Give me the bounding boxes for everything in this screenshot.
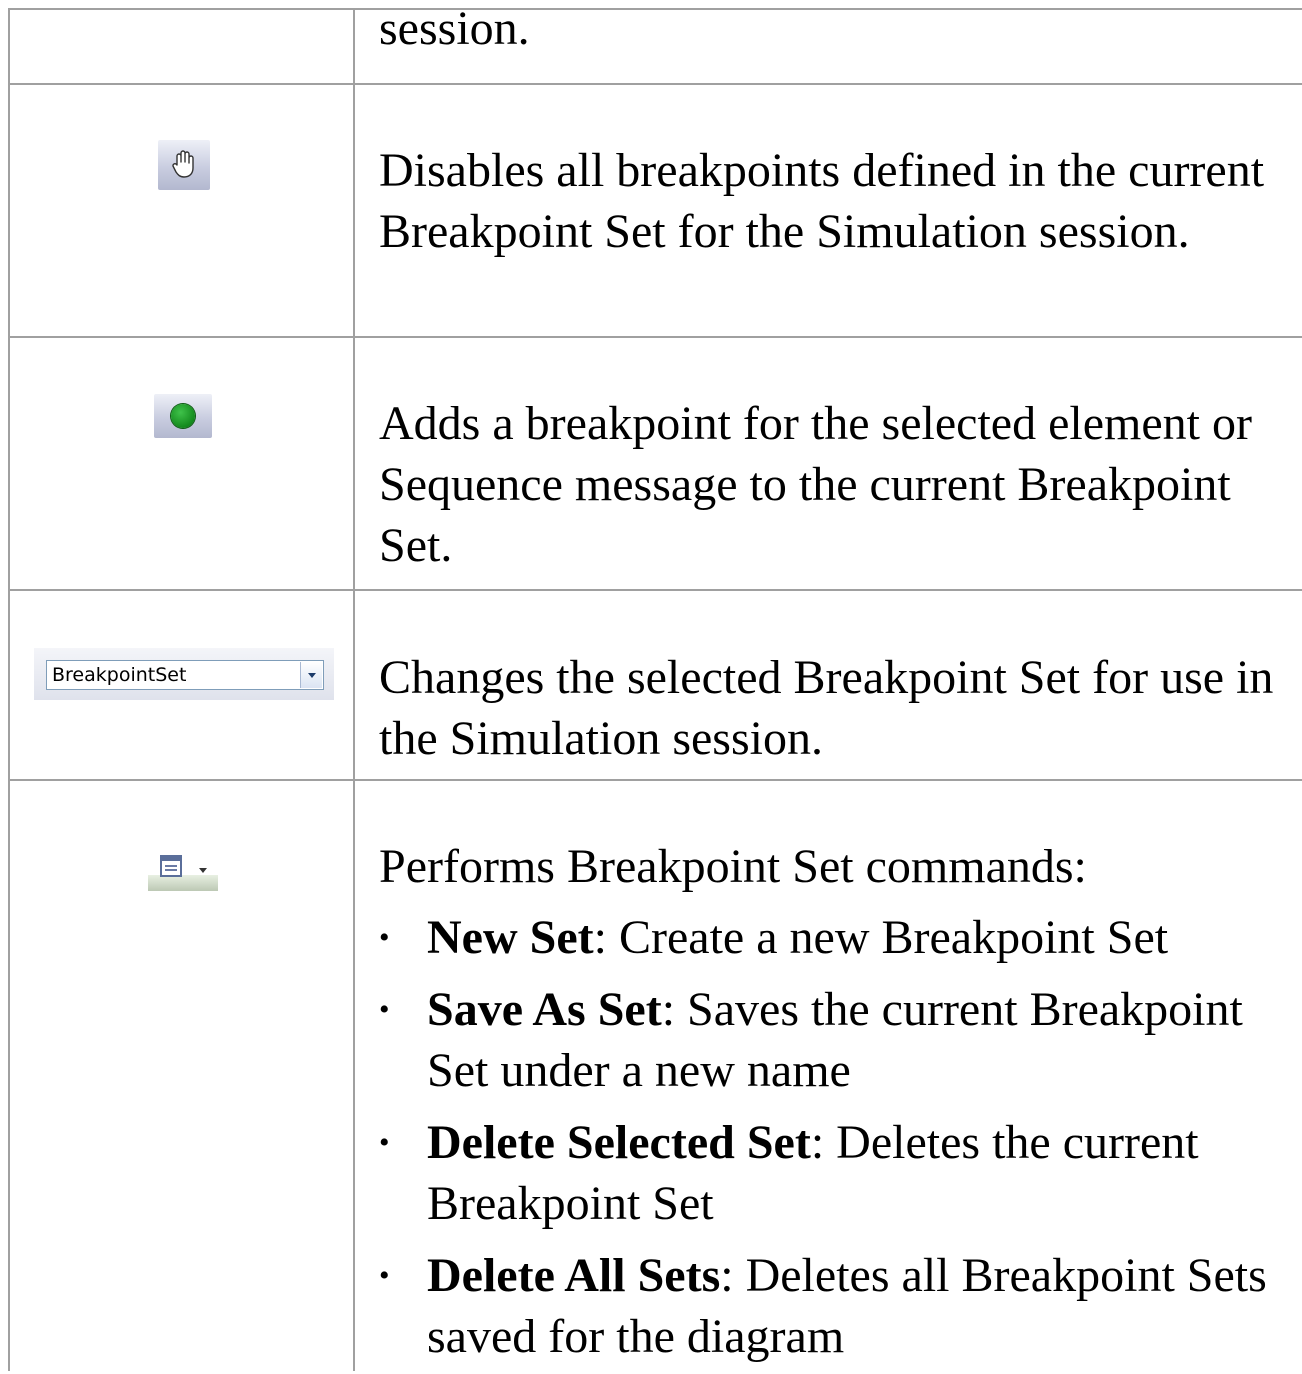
command-list: • New Set: Create a new Breakpoint Set •… (379, 907, 1294, 1367)
command-name: Save As Set (427, 983, 662, 1036)
chevron-down-icon[interactable] (300, 662, 322, 688)
list-item: • Delete Selected Set: Deletes the curre… (379, 1112, 1294, 1234)
description-text: session. (379, 2, 530, 55)
table-row: BreakpointSet Changes the selected Break… (10, 591, 1302, 781)
description-text: Performs Breakpoint Set commands: (379, 840, 1087, 893)
icon-cell: BreakpointSet (10, 591, 355, 779)
document-icon (160, 855, 182, 877)
button-base (148, 875, 218, 891)
breakpoint-set-toolbar: BreakpointSet (34, 648, 334, 700)
bullet: • (379, 1126, 390, 1159)
command-name: Delete All Sets (427, 1249, 721, 1302)
table-row: session. (10, 2, 1302, 85)
command-name: New Set (427, 911, 594, 964)
description-text: Changes the selected Breakpoint Set for … (379, 651, 1274, 765)
table-row: Disables all breakpoints defined in the … (10, 85, 1302, 338)
description-cell: Changes the selected Breakpoint Set for … (355, 591, 1302, 779)
breakpoint-set-select[interactable]: BreakpointSet (46, 660, 324, 690)
commands-table: session. Disables all breakpoints define… (8, 2, 1302, 1371)
bullet: • (379, 993, 390, 1026)
description-text: Adds a breakpoint for the selected eleme… (379, 397, 1252, 572)
icon-cell (10, 781, 355, 1371)
add-breakpoint-button[interactable] (154, 394, 212, 438)
green-dot-icon (171, 404, 195, 428)
bullet: • (379, 921, 390, 954)
breakpoint-set-value: BreakpointSet (52, 664, 187, 686)
command-description: : Create a new Breakpoint Set (593, 911, 1169, 964)
description-text: Disables all breakpoints defined in the … (379, 144, 1265, 258)
table-row: Performs Breakpoint Set commands: • New … (10, 781, 1302, 1371)
icon-cell (10, 85, 355, 336)
table-row: Adds a breakpoint for the selected eleme… (10, 338, 1302, 591)
list-item: • Delete All Sets: Deletes all Breakpoin… (379, 1245, 1294, 1367)
icon-cell (10, 10, 355, 83)
description-cell: Adds a breakpoint for the selected eleme… (355, 338, 1302, 589)
command-name: Delete Selected Set (427, 1116, 811, 1169)
icon-cell (10, 338, 355, 589)
hand-icon (172, 150, 194, 178)
list-item: • New Set: Create a new Breakpoint Set (379, 907, 1294, 968)
breakpoint-set-menu-button[interactable] (148, 851, 218, 891)
list-item: • Save As Set: Saves the current Breakpo… (379, 979, 1294, 1101)
caret-down-icon (199, 868, 207, 873)
description-cell: Disables all breakpoints defined in the … (355, 85, 1302, 336)
disable-breakpoints-button[interactable] (158, 140, 210, 190)
description-cell: Performs Breakpoint Set commands: • New … (355, 781, 1302, 1371)
bullet: • (379, 1259, 390, 1292)
description-cell: session. (355, 0, 1302, 83)
